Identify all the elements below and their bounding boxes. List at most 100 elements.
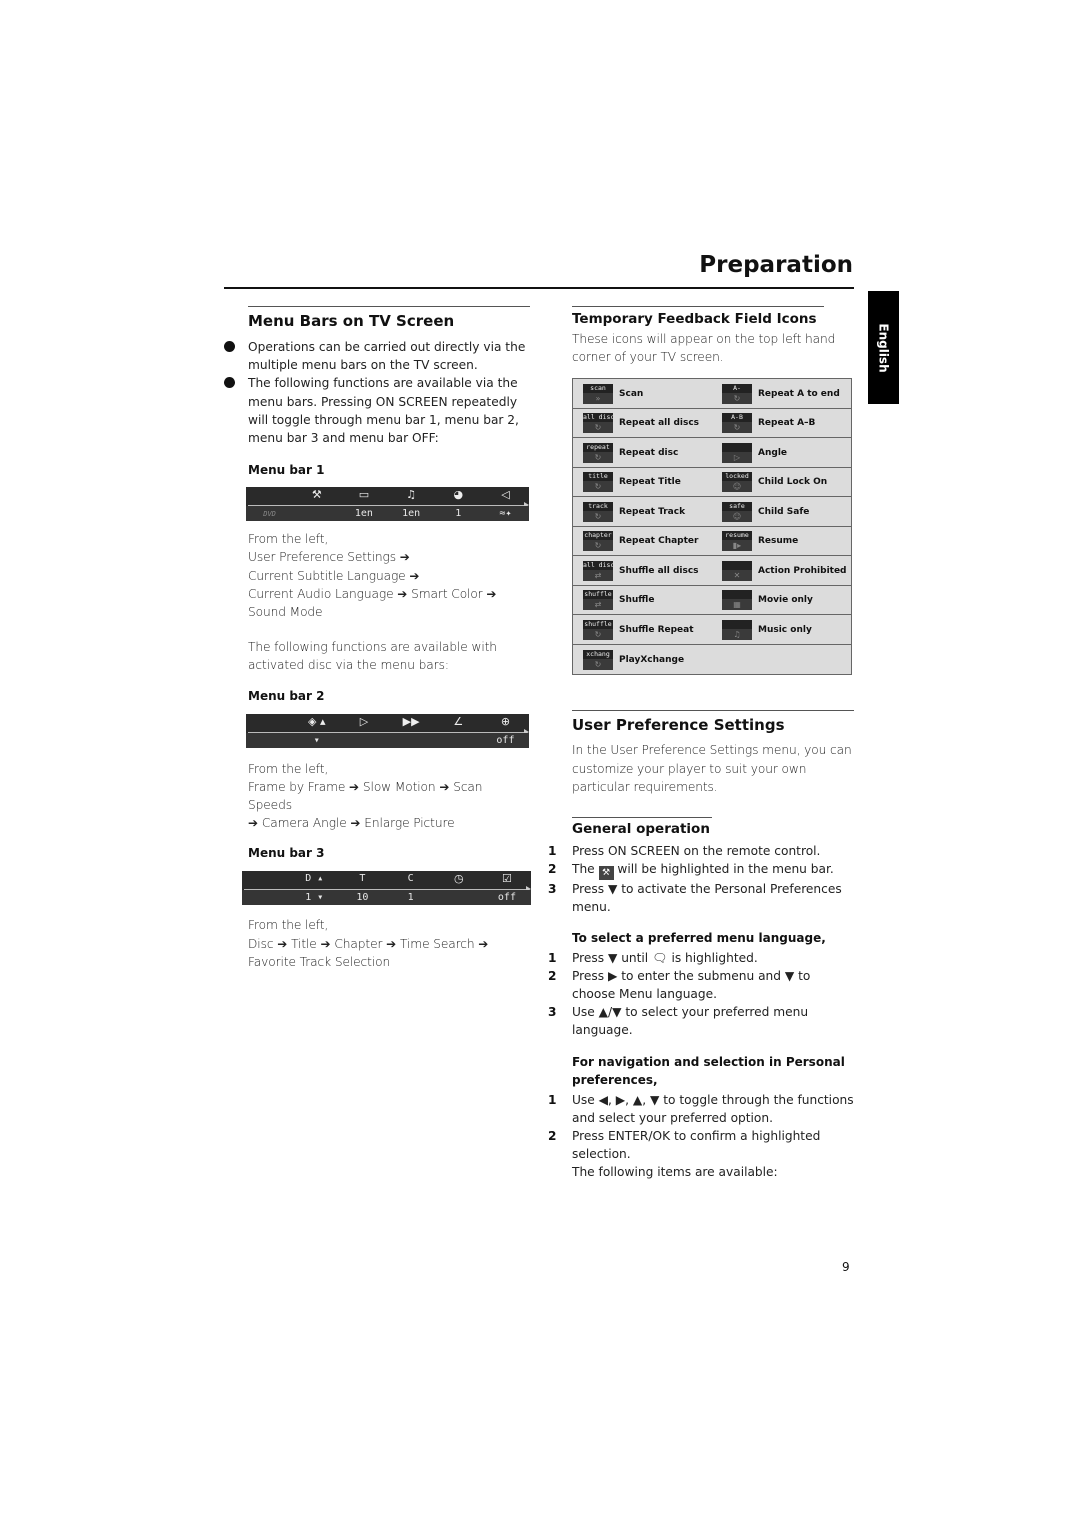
feedback-heading: Temporary Feedback Field Icons [572,311,817,327]
navigation-steps: 1 Use ◀, ▶, ▲, ▼ to toggle through the fu… [548,1091,854,1182]
menu-bar-2-heading: Menu bar 2 [248,688,325,703]
feedback-name: Shuffle Repeat [619,624,694,635]
menubar-value: off [496,734,515,746]
bullet-dot-icon [224,341,235,352]
menu-bar-3-image: D ▴ T C ◷ ☑ 1 ▾ 10 1 off [242,871,531,906]
feedback-icon: locked ☺ [722,472,752,493]
feedback-name: Resume [758,536,799,547]
section-rule [572,710,854,712]
disc-icon: D ▴ [305,873,324,885]
chapter-icon: C [407,873,414,885]
step-item: 2 The ⚒ will be highlighted in the menu b… [548,862,834,881]
feedback-icon: ✕ [722,560,752,581]
feedback-name: Repeat all discs [619,418,700,429]
step-item: 2 Press ENTER/OK to confirm a highlighted… [548,1129,821,1162]
menubar-value: 1 ▾ [305,892,324,904]
step-item: 1 Use ◀, ▶, ▲, ▼ to toggle through the fu… [548,1092,854,1125]
feedback-row: scan» Scan A- ↻ Repeat A to end [573,379,851,409]
tools-icon: ⚒ [598,866,614,881]
menu-bar-3-heading: Menu bar 3 [248,846,325,861]
feedback-cell: ✕ Action Prohibited [712,560,851,581]
feedback-icon: repeat ↻ [583,442,613,463]
menu-bar-1-image: ⚒ ▭ ♫ ◕ ◁ DVD 1en 1en 1 ≈✦ [246,487,529,522]
user-preference-intro: In the User Preference Settings menu, yo… [572,743,852,794]
menu-bar-3-description: From the left, Disc ➔ Title ➔ Chapter ➔ … [248,918,489,969]
feedback-icon: track ↻ [583,501,613,522]
general-operation-heading: General operation [572,821,710,838]
feedback-cell: shuffle ⇄ Shuffle [573,590,712,611]
section-rule [572,817,712,819]
feedback-icon: ▷ [722,442,752,463]
feedback-cell: title ↻ Repeat Title [573,472,712,493]
feedback-icon: all disc ↻ [583,413,613,434]
time-search-icon: ◷ [453,872,464,886]
menu-bar-2-image: ◈ ▴ ▷ ▶▶ ∠ ⊕ ▾ off [246,713,529,748]
feedback-cell: safe ☺ Child Safe [712,501,851,522]
feedback-cell: ♫ Music only [712,619,851,640]
feedback-name: PlayXchange [619,654,685,665]
menubar-value [340,733,387,748]
menubar-value: 1en [402,508,421,520]
feedback-name: Repeat Title [619,477,681,488]
bullet-list: Operations can be carried out directly v… [224,338,530,447]
menu-bar-1-heading: Menu bar 1 [248,463,325,478]
feedback-cell: chapter ↻ Repeat Chapter [573,531,712,552]
menubar-cell [246,487,293,504]
menubar-value [435,890,483,905]
user-preference-heading: User Preference Settings [572,716,785,735]
feedback-cell: all disc ⇄ Shuffle all discs [573,560,712,581]
feedback-name: Repeat A–B [758,418,816,429]
step-item: 1 Press ON SCREEN on the remote control. [548,844,821,859]
language-steps: 1 Press ▼ until 🗨 is highlighted. 2 Press … [548,949,854,1040]
feedback-icon: safe ☺ [722,501,752,522]
feedback-row: shuffle ⇄ Shuffle ▦ Movie only [573,586,851,616]
navigation-heading: For navigation and selection in Personal… [572,1054,845,1087]
section-rule [248,306,530,307]
menubar-value [246,733,293,748]
camera-angle-icon: ∠ [453,714,464,728]
feedback-name: Repeat Track [619,506,686,517]
feedback-row: track ↻ Repeat Track safe ☺ Child Safe [573,497,851,527]
step-item: 3 Use ▲/▼ to select your preferred menu l… [548,1005,809,1038]
feedback-name: Shuffle [619,595,655,606]
feedback-icon: shuffle ↻ [583,619,613,640]
feedback-icon: A-B ↻ [722,413,752,434]
feedback-cell: shuffle ↻ Shuffle Repeat [573,619,712,640]
menubar-value: 1 [407,892,414,904]
bullet-dot-icon [224,377,235,389]
menubar-cell [242,871,290,888]
feedback-icons-table: scan» Scan A- ↻ Repeat A to end all disc ↻ Repe… [572,378,852,676]
menu-bar-1-description: From the left, User Preference Settings … [248,532,497,620]
smart-color-icon: ◕ [453,488,464,502]
page-title: Preparation [699,252,853,278]
menubar-value: off [497,892,516,904]
menubar-value [388,733,435,748]
feedback-name: Child Lock On [758,477,828,488]
feedback-row: repeat ↻ Repeat disc ▷ Angle [573,438,851,468]
feedback-row: xchang ↻ PlayXchange [573,645,851,675]
bullet-item: Operations can be carried out directly v… [224,338,530,374]
feedback-name: Action Prohibited [758,565,847,576]
feedback-icon: ♫ [722,619,752,640]
feedback-icon: scan» [583,383,613,404]
feedback-cell: ▷ Angle [712,442,851,463]
feedback-row: all disc ⇄ Shuffle all discs ✕ Action Prohib… [573,556,851,586]
menubar-cell [246,714,293,731]
feedback-cell: A-B ↻ Repeat A–B [712,413,851,434]
language-tab: English [868,291,899,404]
feedback-cell: ▦ Movie only [712,590,851,611]
favorite-track-icon: ☑ [502,872,512,886]
feedback-icon: title ↻ [583,472,613,493]
sound-mode-icon: ◁ [501,488,510,502]
feedback-name: Repeat disc [619,447,679,458]
menubar-value: ≈✦ [499,508,512,520]
bullet-item: The following functions are available vi… [224,374,530,447]
audio-language-icon: ♫ [406,488,417,502]
feedback-cell: A- ↻ Repeat A to end [712,383,851,404]
feedback-cell: repeat ↻ Repeat disc [573,442,712,463]
menubar-value [242,890,290,905]
feedback-cell: track ↻ Repeat Track [573,501,712,522]
menu-language-heading: To select a preferred menu language, [572,930,826,945]
feedback-row: shuffle ↻ Shuffle Repeat ♫ Music only [573,615,851,645]
source-label: DVD [263,510,276,519]
